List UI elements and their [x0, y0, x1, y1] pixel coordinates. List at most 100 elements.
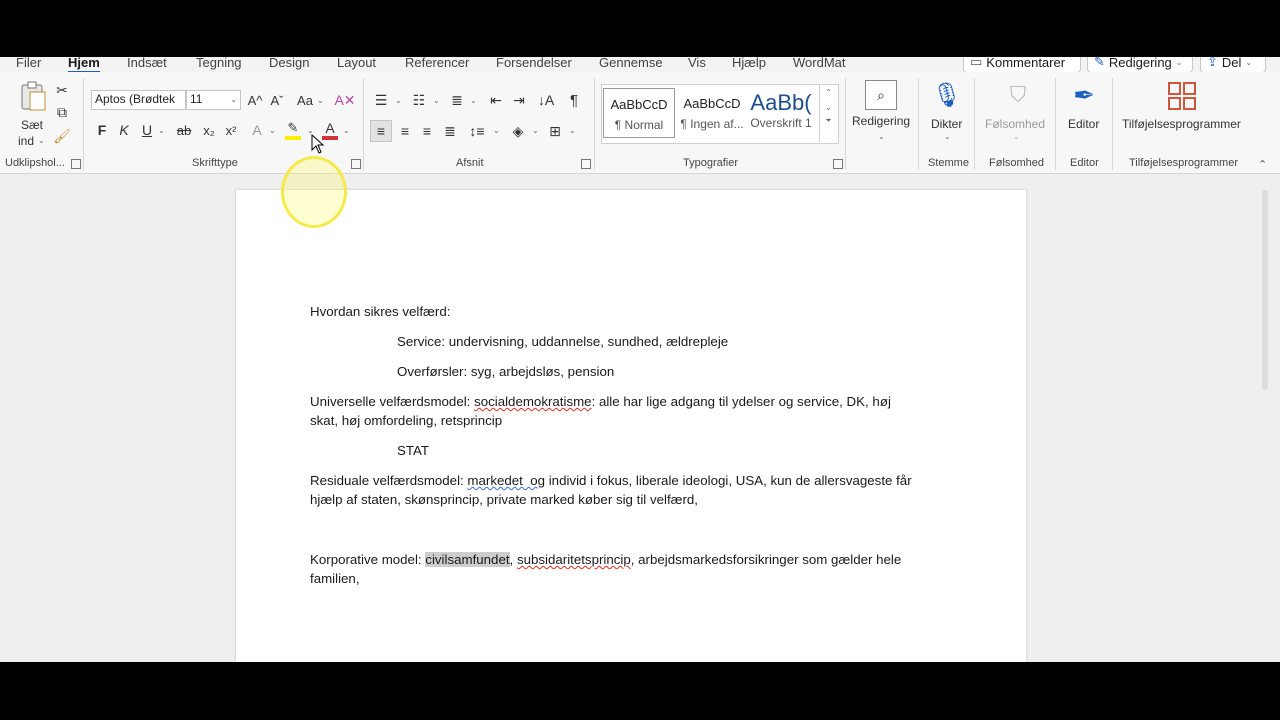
- style-heading-1[interactable]: AaBb( Overskrift 1: [748, 88, 814, 138]
- sort-icon[interactable]: ↓A: [537, 90, 555, 110]
- find-icon[interactable]: ⌕: [865, 80, 897, 110]
- tab-tegning[interactable]: Tegning: [196, 57, 242, 70]
- chevron-down-icon[interactable]: ⌄: [470, 96, 477, 105]
- change-case-icon[interactable]: Aa: [295, 90, 315, 110]
- editor-label[interactable]: Editor: [1068, 117, 1099, 131]
- chevron-down-icon[interactable]: ⌄: [158, 126, 165, 135]
- align-center-icon[interactable]: ≡: [396, 120, 414, 142]
- misspelled-word[interactable]: socialdemokratisme: [474, 394, 592, 409]
- paragraph-stat[interactable]: STAT: [397, 441, 429, 460]
- underline-button[interactable]: U: [139, 120, 155, 140]
- sensitivity-label: Følsomhed: [985, 117, 1046, 131]
- paste-icon[interactable]: [17, 80, 49, 112]
- paste-label-line1[interactable]: Sæt: [21, 118, 43, 132]
- increase-indent-icon[interactable]: ⇥: [510, 90, 528, 110]
- chevron-down-icon[interactable]: ⌄: [433, 96, 440, 105]
- tab-hjaelp[interactable]: Hjælp: [732, 57, 766, 70]
- tab-design[interactable]: Design: [269, 57, 309, 70]
- tab-gennemse[interactable]: Gennemse: [599, 57, 663, 70]
- paragraph-service[interactable]: Service: undervisning, uddannelse, sundh…: [397, 332, 728, 351]
- paragraph-corporative-line2[interactable]: familien,: [310, 569, 360, 588]
- chevron-down-icon[interactable]: ⌄: [395, 96, 402, 105]
- align-left-icon[interactable]: ≡: [370, 120, 392, 142]
- chevron-down-icon[interactable]: ⌄: [269, 126, 276, 135]
- italic-button[interactable]: K: [116, 120, 132, 140]
- dictate-label[interactable]: Dikter: [931, 117, 962, 131]
- dialog-launcher-icon[interactable]: [351, 159, 361, 169]
- multilevel-list-icon[interactable]: ≣: [448, 90, 466, 110]
- tab-vis[interactable]: Vis: [688, 57, 706, 70]
- copy-icon[interactable]: ⧉: [54, 104, 70, 120]
- show-formatting-icon[interactable]: ¶: [565, 90, 583, 110]
- grammar-flagged-text[interactable]: markedet og: [467, 473, 545, 488]
- editing-mode-button[interactable]: ✎ Redigering ⌄: [1087, 57, 1193, 73]
- more-styles-icon[interactable]: ⏷: [820, 116, 837, 126]
- text-effects-icon[interactable]: A: [248, 120, 266, 140]
- style-normal[interactable]: AaBbCcD ¶ Normal: [603, 88, 675, 138]
- align-right-icon[interactable]: ≡: [418, 120, 436, 142]
- cut-icon[interactable]: ✂: [54, 82, 70, 98]
- chevron-down-icon[interactable]: ⌄: [944, 132, 951, 141]
- tab-filer[interactable]: Filer: [16, 57, 41, 70]
- paragraph-universal-line2[interactable]: skat, høj omfordeling, retsprincip: [310, 411, 502, 430]
- tab-indsaet[interactable]: Indsæt: [127, 57, 167, 70]
- chevron-down-icon[interactable]: ⌄: [820, 103, 837, 112]
- style-preview: AaBbCcD: [683, 96, 741, 111]
- numbering-icon[interactable]: ☷: [410, 90, 428, 110]
- selected-text[interactable]: civilsamfundet: [425, 552, 510, 567]
- comments-button[interactable]: ▭ Kommentarer: [963, 57, 1081, 73]
- chevron-down-icon[interactable]: ⌄: [317, 96, 324, 105]
- chevron-down-icon[interactable]: ⌄: [343, 126, 350, 135]
- font-name-select[interactable]: Aptos (Brødtek: [91, 90, 186, 110]
- misspelled-word[interactable]: subsidaritetsprincip: [517, 552, 631, 567]
- vertical-scrollbar[interactable]: [1262, 190, 1268, 390]
- bold-button[interactable]: F: [94, 120, 110, 140]
- font-size-select[interactable]: 11 ⌄: [186, 90, 241, 110]
- justify-icon[interactable]: ≣: [441, 120, 459, 142]
- editor-group-label: Editor: [1070, 157, 1099, 169]
- bullets-icon[interactable]: ☰: [372, 90, 390, 110]
- grow-font-icon[interactable]: A^: [246, 90, 264, 110]
- paragraph-residual-line1[interactable]: Residuale velfærdsmodel: markedet og ind…: [310, 471, 912, 490]
- tab-wordmat[interactable]: WordMat: [793, 57, 846, 70]
- line-spacing-icon[interactable]: ↕≡: [468, 120, 486, 142]
- chevron-down-icon[interactable]: ⌄: [532, 126, 539, 135]
- share-button[interactable]: ⇪ Del ⌄: [1200, 57, 1266, 73]
- superscript-button[interactable]: x²: [222, 120, 240, 140]
- paste-label-line2[interactable]: ind: [18, 134, 34, 148]
- collapse-ribbon-icon[interactable]: ⌃: [1258, 158, 1267, 171]
- chevron-up-icon[interactable]: ⌃: [820, 88, 837, 97]
- tab-forsendelser[interactable]: Forsendelser: [496, 57, 572, 70]
- subscript-button[interactable]: x₂: [200, 120, 218, 140]
- tab-referencer[interactable]: Referencer: [405, 57, 469, 70]
- addins-icon[interactable]: [1168, 82, 1196, 110]
- addins-label[interactable]: Tilføjelsesprogrammer: [1122, 117, 1241, 131]
- paragraph-transfers[interactable]: Overførsler: syg, arbejdsløs, pension: [397, 362, 614, 381]
- dialog-launcher-icon[interactable]: [581, 159, 591, 169]
- dialog-launcher-icon[interactable]: [833, 159, 843, 169]
- chevron-down-icon[interactable]: ⌄: [493, 126, 500, 135]
- chevron-down-icon[interactable]: ⌄: [878, 132, 885, 141]
- paragraph-universal-line1[interactable]: Universelle velfærdsmodel: socialdemokra…: [310, 392, 891, 411]
- paragraph-heading[interactable]: Hvordan sikres velfærd:: [310, 302, 450, 321]
- chevron-down-icon[interactable]: ⌄: [38, 136, 45, 145]
- microphone-icon[interactable]: 🎙: [932, 80, 962, 110]
- style-no-spacing[interactable]: AaBbCcD ¶ Ingen af...: [676, 88, 748, 138]
- editor-pen-icon[interactable]: ✒: [1068, 80, 1100, 110]
- strikethrough-button[interactable]: ab: [175, 120, 193, 140]
- paragraph-corporative-line1[interactable]: Korporative model: civilsamfundet, subsi…: [310, 550, 901, 569]
- tab-layout[interactable]: Layout: [337, 57, 376, 70]
- dialog-launcher-icon[interactable]: [71, 159, 81, 169]
- document-page[interactable]: Hvordan sikres velfærd: Service: undervi…: [236, 190, 1026, 662]
- shading-icon[interactable]: ◈: [509, 120, 527, 142]
- shrink-font-icon[interactable]: Aˇ: [268, 90, 286, 110]
- editing-label[interactable]: Redigering: [852, 114, 910, 128]
- chevron-down-icon[interactable]: ⌄: [569, 126, 576, 135]
- clear-formatting-icon[interactable]: A✕: [334, 90, 355, 110]
- paragraph-residual-line2[interactable]: hjælp af staten, skønsprincip, private m…: [310, 490, 698, 509]
- decrease-indent-icon[interactable]: ⇤: [487, 90, 505, 110]
- highlight-color-icon[interactable]: ✎: [283, 118, 303, 142]
- format-painter-icon[interactable]: 🖌: [53, 128, 71, 144]
- tab-hjem[interactable]: Hjem: [68, 57, 100, 73]
- borders-icon[interactable]: ⊞: [546, 120, 564, 142]
